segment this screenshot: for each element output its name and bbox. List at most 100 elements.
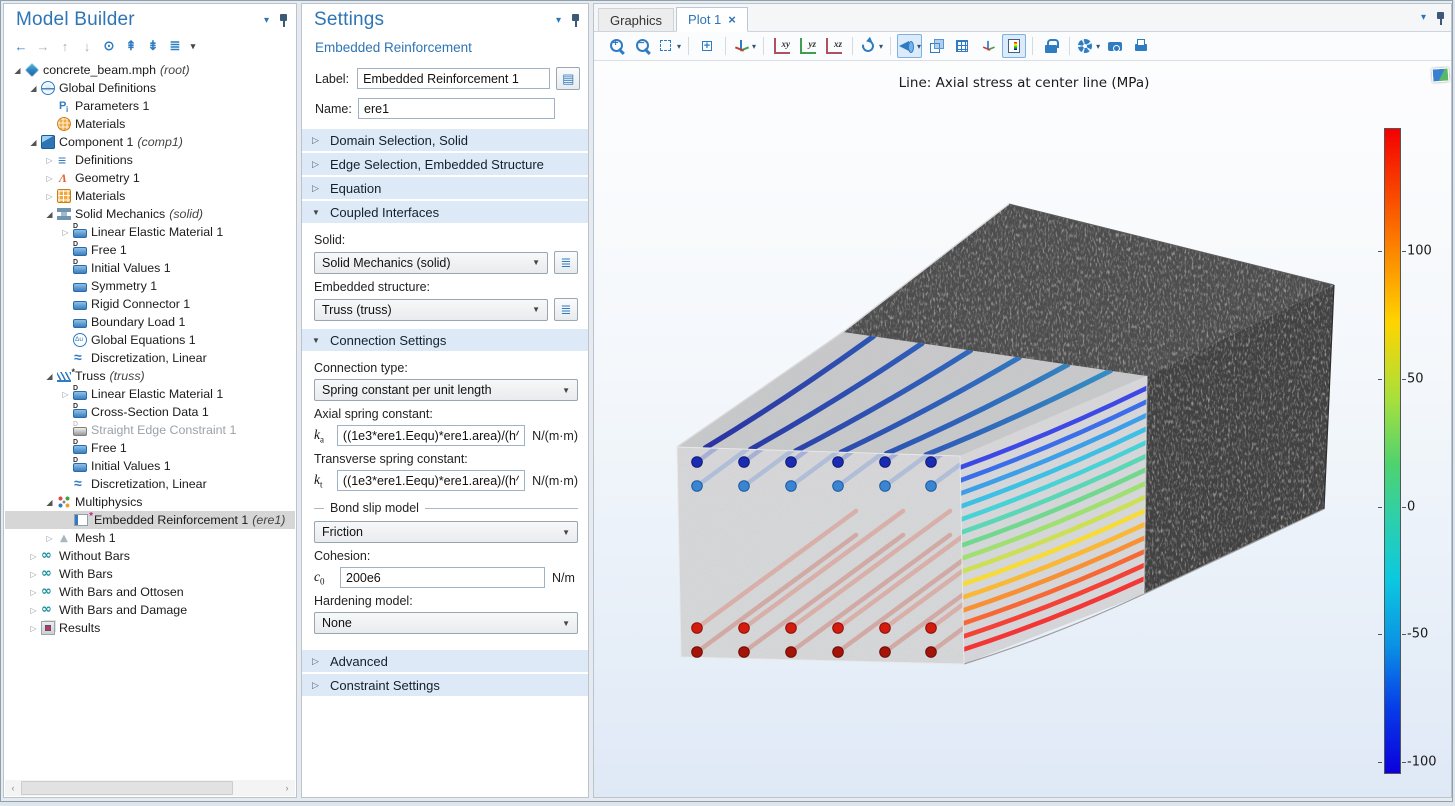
go-to-yz-view-button[interactable]: yz	[796, 34, 820, 58]
show-color-legend-button[interactable]	[1002, 34, 1026, 58]
section-coupled-interfaces[interactable]: Coupled Interfaces	[302, 201, 588, 223]
rotate-button[interactable]	[859, 34, 884, 58]
tree-expander-icon[interactable]	[27, 588, 40, 597]
default-3d-view-button[interactable]	[732, 34, 757, 58]
tree-item[interactable]: Solid Mechanics (solid)	[5, 205, 295, 223]
pin-icon[interactable]	[279, 14, 288, 27]
image-snapshot-button[interactable]	[1103, 34, 1127, 58]
tree-item[interactable]: Straight Edge Constraint 1	[5, 421, 295, 439]
connection-type-select[interactable]: Spring constant per unit length ▼	[314, 379, 578, 401]
collapse-all-button[interactable]: ⇞	[120, 36, 142, 56]
embedded-structure-select[interactable]: Truss (truss) ▼	[314, 299, 548, 321]
tree-expander-icon[interactable]	[43, 192, 56, 201]
tree-item[interactable]: Boundary Load 1	[5, 313, 295, 331]
tree-item[interactable]: Multiphysics	[5, 493, 295, 511]
tree-expander-icon[interactable]	[43, 156, 56, 165]
tree-expander-icon[interactable]	[27, 552, 40, 561]
bond-slip-select[interactable]: Friction ▼	[314, 521, 578, 543]
print-button[interactable]	[1129, 34, 1153, 58]
tab-plot-1[interactable]: Plot 1 ×	[676, 7, 748, 32]
section-equation[interactable]: Equation	[302, 177, 588, 199]
hardening-select[interactable]: None ▼	[314, 612, 578, 634]
tree-item[interactable]: Truss (truss)	[5, 367, 295, 385]
panel-menu-caret-icon[interactable]: ▾	[264, 15, 269, 26]
edit-label-button[interactable]: ▤	[556, 67, 580, 90]
tree-item[interactable]: Free 1	[5, 241, 295, 259]
tree-expander-icon[interactable]	[43, 372, 56, 381]
add-embedded-interface-button[interactable]: ≣	[554, 298, 578, 321]
go-to-xz-view-button[interactable]: xz	[822, 34, 846, 58]
tree-item[interactable]: Initial Values 1	[5, 457, 295, 475]
move-up-button[interactable]: ↑	[54, 36, 76, 56]
lock-camera-button[interactable]	[1039, 34, 1063, 58]
tree-item[interactable]: Cross-Section Data 1	[5, 403, 295, 421]
tree-horizontal-scrollbar[interactable]: ‹ ›	[5, 780, 295, 796]
tree-item[interactable]: Free 1	[5, 439, 295, 457]
add-solid-interface-button[interactable]: ≣	[554, 251, 578, 274]
label-input[interactable]	[357, 68, 550, 89]
back-button[interactable]: ←	[10, 36, 32, 56]
tree-item[interactable]: With Bars and Ottosen	[5, 583, 295, 601]
zoom-out-button[interactable]: −	[631, 34, 655, 58]
name-input[interactable]	[358, 98, 555, 119]
show-grid-button[interactable]	[950, 34, 974, 58]
axial-spring-input[interactable]	[337, 425, 525, 446]
tree-expander-icon[interactable]	[27, 570, 40, 579]
scroll-left-arrow-icon[interactable]: ‹	[5, 780, 21, 796]
tree-item[interactable]: Global Equations 1	[5, 331, 295, 349]
tree-expander-icon[interactable]	[11, 66, 24, 75]
panel-menu-caret-icon[interactable]: ▾	[1421, 12, 1426, 23]
show-button[interactable]: ⊙	[98, 36, 120, 56]
tree-item[interactable]: concrete_beam.mph (root)	[5, 61, 295, 79]
tree-item[interactable]: Global Definitions	[5, 79, 295, 97]
tree-item[interactable]: Linear Elastic Material 1	[5, 223, 295, 241]
solid-select[interactable]: Solid Mechanics (solid) ▼	[314, 252, 548, 274]
pin-icon[interactable]	[1436, 12, 1445, 25]
cohesion-input[interactable]	[340, 567, 545, 588]
tree-item[interactable]: Materials	[5, 115, 295, 133]
panel-menu-caret-icon[interactable]: ▾	[556, 15, 561, 26]
tree-item[interactable]: Symmetry 1	[5, 277, 295, 295]
tree-item[interactable]: Results	[5, 619, 295, 637]
section-connection-settings[interactable]: Connection Settings	[302, 329, 588, 351]
tree-item[interactable]: Discretization, Linear	[5, 349, 295, 367]
transparency-button[interactable]	[924, 34, 948, 58]
tree-item[interactable]: Discretization, Linear	[5, 475, 295, 493]
tree-item[interactable]: Embedded Reinforcement 1 (ere1)	[5, 511, 295, 529]
model-tree-node-text-button[interactable]: ≣	[164, 36, 186, 56]
tree-expander-icon[interactable]	[43, 534, 56, 543]
update-plot-button[interactable]	[1076, 34, 1101, 58]
pin-icon[interactable]	[571, 14, 580, 27]
scroll-right-arrow-icon[interactable]: ›	[279, 780, 295, 796]
show-axis-orientation-button[interactable]	[976, 34, 1000, 58]
tree-item[interactable]: Rigid Connector 1	[5, 295, 295, 313]
view-direction-button[interactable]	[897, 34, 922, 58]
tree-expander-icon[interactable]	[27, 624, 40, 633]
tree-expander-icon[interactable]	[27, 84, 40, 93]
section-constraint-settings[interactable]: Constraint Settings	[302, 674, 588, 696]
tree-expander-icon[interactable]	[59, 228, 72, 237]
tree-item[interactable]: Definitions	[5, 151, 295, 169]
tree-item[interactable]: With Bars	[5, 565, 295, 583]
go-to-xy-view-button[interactable]: xy	[770, 34, 794, 58]
tree-expander-icon[interactable]	[59, 390, 72, 399]
forward-button[interactable]: →	[32, 36, 54, 56]
tree-item[interactable]: Parameters 1	[5, 97, 295, 115]
tree-expander-icon[interactable]	[43, 498, 56, 507]
zoom-box-button[interactable]	[657, 34, 682, 58]
tab-graphics[interactable]: Graphics	[598, 8, 674, 31]
tree-item[interactable]: With Bars and Damage	[5, 601, 295, 619]
zoom-in-button[interactable]: +	[605, 34, 629, 58]
tree-expander-icon[interactable]	[27, 606, 40, 615]
tree-item[interactable]: Without Bars	[5, 547, 295, 565]
transverse-spring-input[interactable]	[337, 470, 525, 491]
section-domain-selection[interactable]: Domain Selection, Solid	[302, 129, 588, 151]
tree-item[interactable]: Materials	[5, 187, 295, 205]
section-edge-selection[interactable]: Edge Selection, Embedded Structure	[302, 153, 588, 175]
zoom-extents-button[interactable]	[695, 34, 719, 58]
tree-item[interactable]: Component 1 (comp1)	[5, 133, 295, 151]
close-tab-icon[interactable]: ×	[728, 12, 736, 27]
tree-item[interactable]: Geometry 1	[5, 169, 295, 187]
tree-expander-icon[interactable]	[43, 174, 56, 183]
tree-expander-icon[interactable]	[43, 210, 56, 219]
